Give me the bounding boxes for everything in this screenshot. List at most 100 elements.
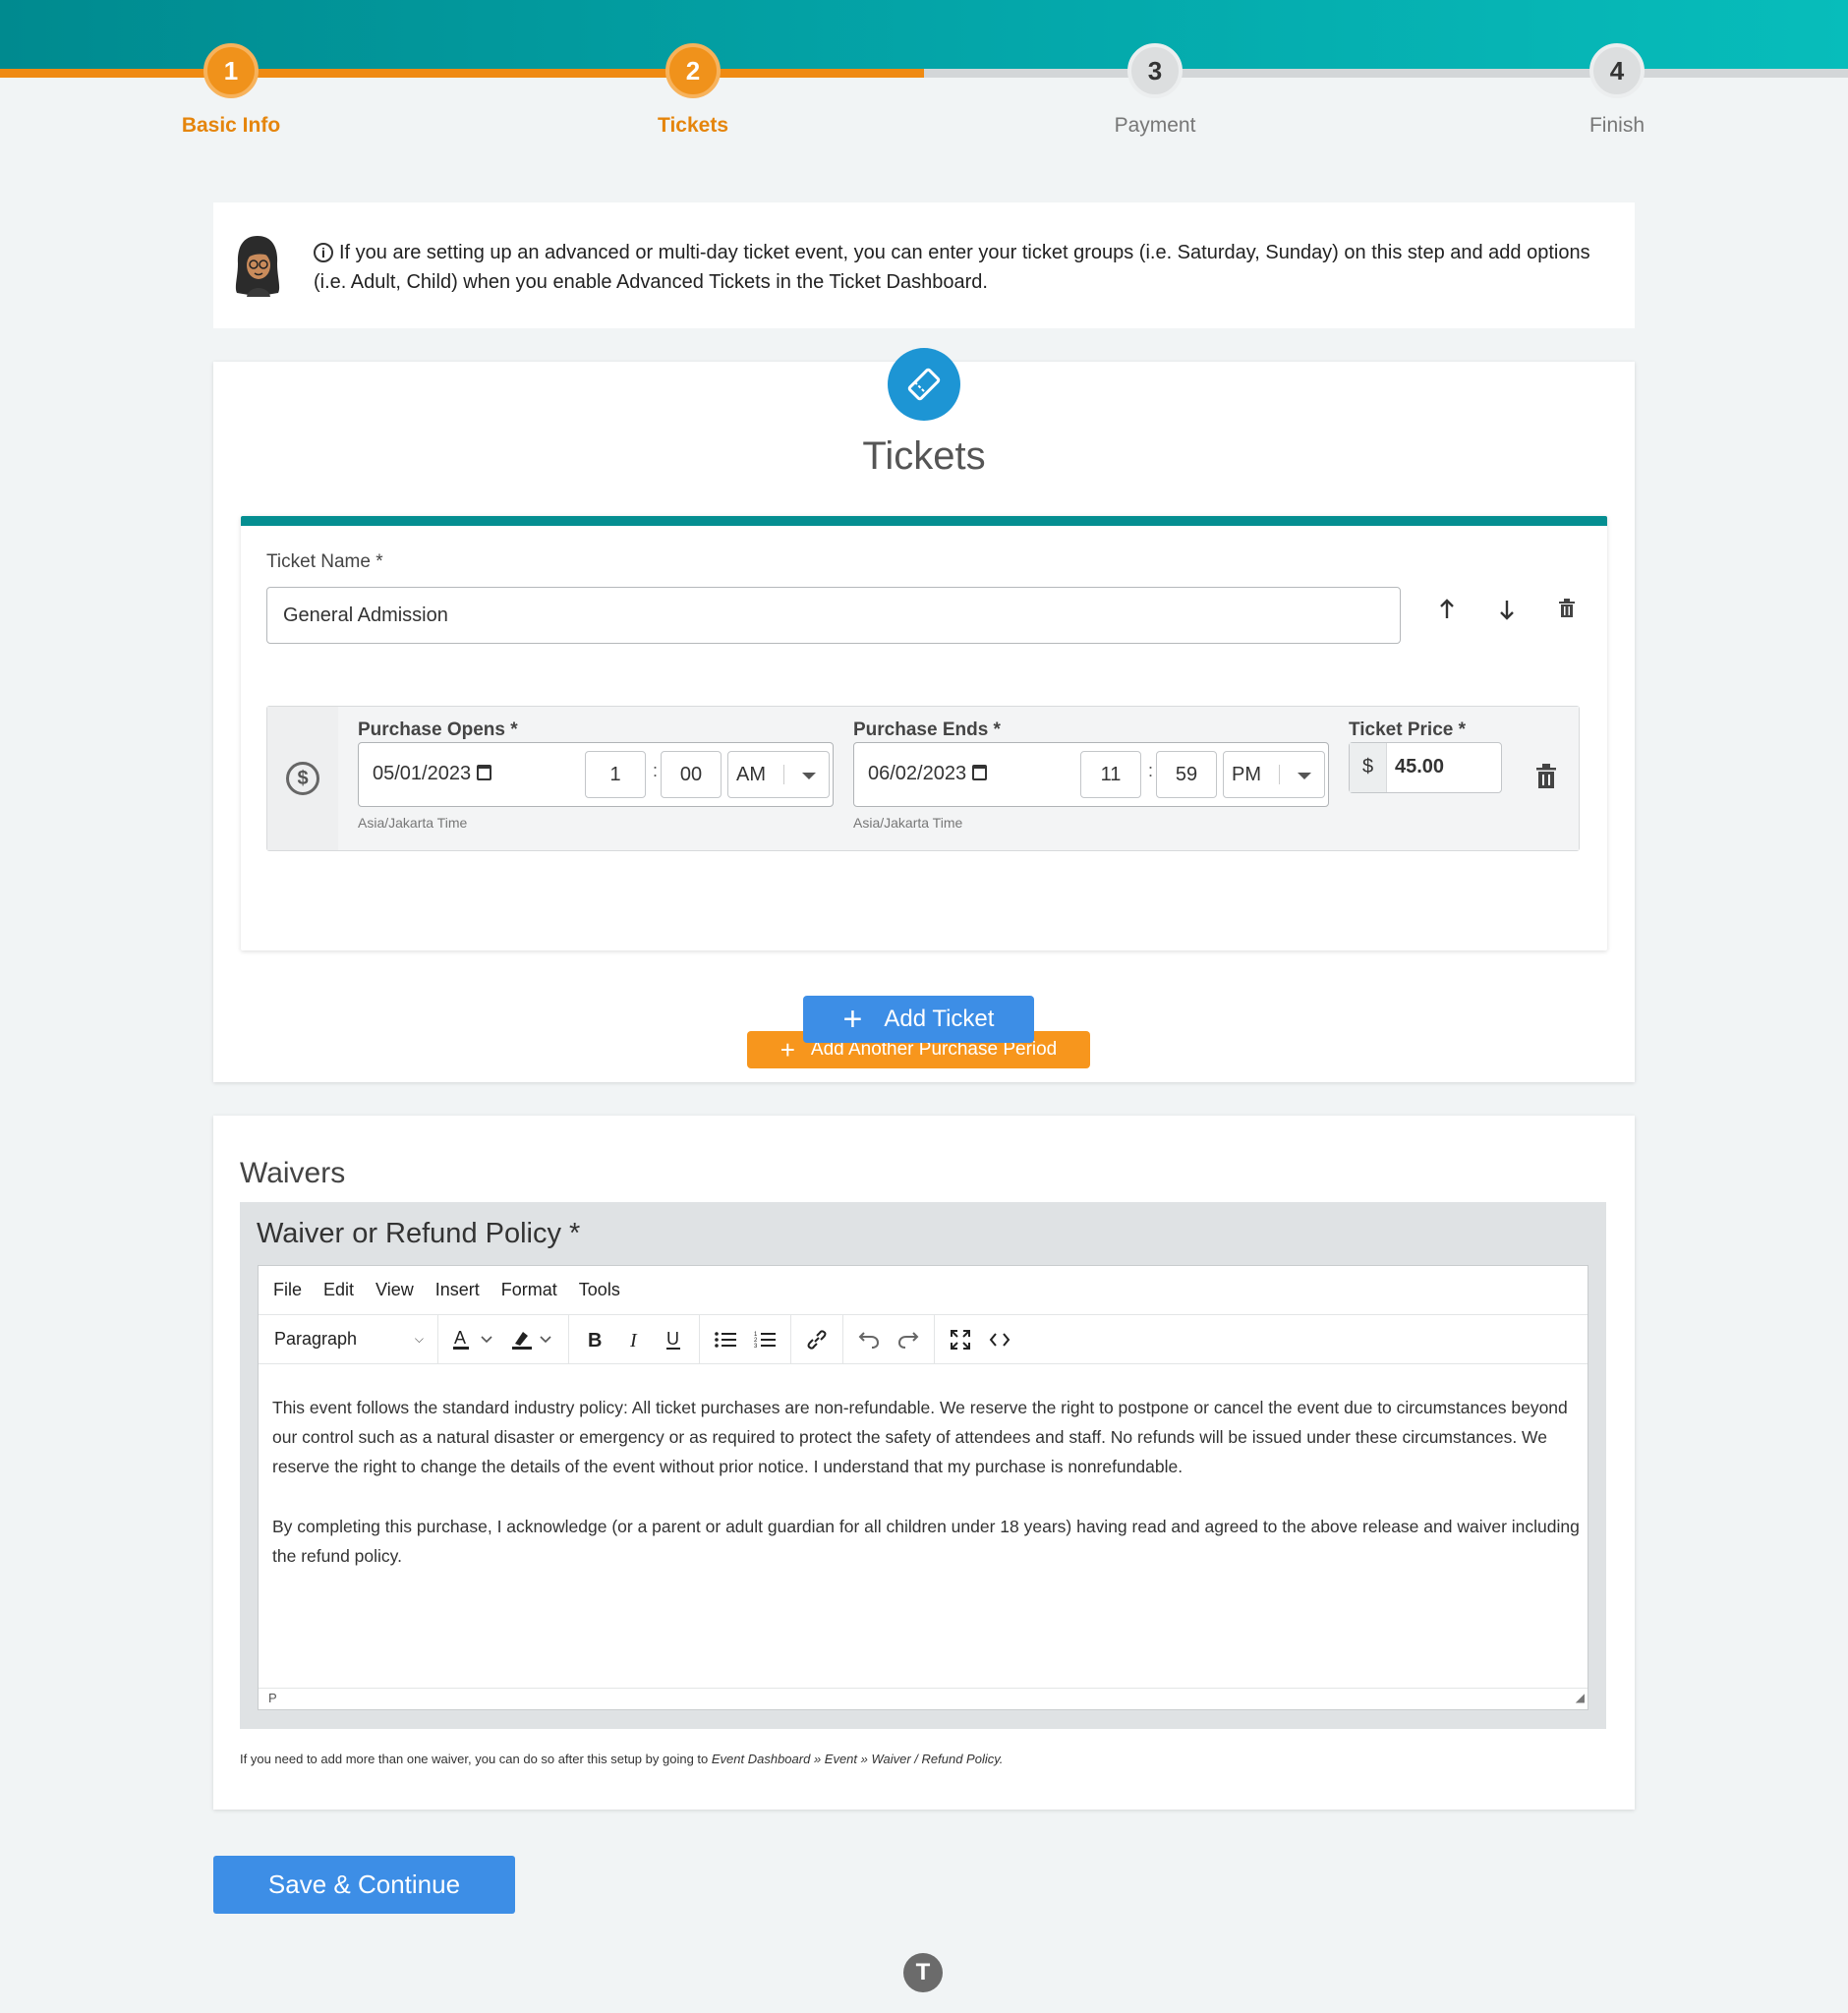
opens-date-input[interactable]: 05/01/2023: [373, 763, 492, 785]
step-label: Payment: [1114, 114, 1196, 137]
menu-tools[interactable]: Tools: [579, 1280, 620, 1300]
waiver-note-text: If you need to add more than one waiver,…: [240, 1752, 712, 1766]
step-payment: 3 Payment: [1057, 43, 1253, 138]
italic-icon[interactable]: I: [614, 1322, 654, 1357]
menu-edit[interactable]: Edit: [323, 1280, 354, 1300]
ends-minute-input[interactable]: 59: [1156, 751, 1217, 798]
source-code-icon[interactable]: [980, 1322, 1019, 1357]
format-group: B I U: [569, 1315, 700, 1363]
editor-statusbar: P ◢: [259, 1688, 1588, 1709]
assistant-avatar-icon: [235, 236, 280, 297]
ends-date-value: 06/02/2023: [868, 763, 967, 784]
menu-file[interactable]: File: [273, 1280, 302, 1300]
block-format-value: Paragraph: [274, 1329, 358, 1349]
block-format-select[interactable]: Paragraph ⌵: [264, 1329, 432, 1350]
ticket-item: Ticket Name * $ Purchase Opens * 05/01/2…: [241, 516, 1607, 1068]
info-icon: i: [314, 243, 333, 262]
editor-toolbar: Paragraph ⌵ A B I U 123: [259, 1315, 1588, 1364]
purchase-ends-label: Purchase Ends *: [853, 719, 1001, 740]
dollar-icon: $: [286, 762, 319, 795]
resize-handle-icon[interactable]: ◢: [1576, 1688, 1585, 1707]
purchase-opens-label: Purchase Opens *: [358, 719, 518, 740]
fullscreen-icon[interactable]: [941, 1322, 980, 1357]
section-title: Tickets: [862, 434, 986, 478]
opens-date-value: 05/01/2023: [373, 763, 472, 784]
tickets-card: Tickets Ticket Name * $ Purchase Opens *…: [213, 348, 1635, 1082]
calendar-icon[interactable]: [972, 765, 988, 780]
info-banner-text: i If you are setting up an advanced or mu…: [314, 238, 1591, 297]
time-separator: :: [653, 761, 659, 780]
move-up-icon[interactable]: [1432, 599, 1462, 626]
bold-icon[interactable]: B: [575, 1322, 614, 1357]
chevron-down-icon[interactable]: [802, 773, 816, 779]
undo-icon[interactable]: [849, 1322, 889, 1357]
step-number: 1: [203, 43, 259, 98]
block-format-group: Paragraph ⌵: [259, 1315, 438, 1363]
time-separator: :: [1148, 761, 1154, 780]
chevron-down-icon[interactable]: [1298, 773, 1311, 779]
rich-text-editor: File Edit View Insert Format Tools Parag…: [258, 1265, 1588, 1710]
step-number: 2: [665, 43, 721, 98]
info-banner: i If you are setting up an advanced or mu…: [213, 202, 1635, 328]
ticket-name-input[interactable]: [266, 587, 1401, 644]
add-ticket-button[interactable]: + Add Ticket: [803, 996, 1034, 1043]
menu-insert[interactable]: Insert: [435, 1280, 480, 1300]
bullet-list-icon[interactable]: [706, 1322, 745, 1357]
waivers-title: Waivers: [240, 1157, 346, 1189]
footer-logo: T: [903, 1953, 943, 1992]
delete-period-icon[interactable]: [1531, 764, 1561, 795]
opens-minute-input[interactable]: 00: [661, 751, 722, 798]
step-label: Finish: [1588, 114, 1646, 137]
select-separator: [783, 765, 784, 784]
waiver-note-path: Event Dashboard » Event » Waiver / Refun…: [711, 1752, 1004, 1766]
element-path[interactable]: P: [268, 1691, 277, 1705]
purchase-ends-datetime: 06/02/2023 11 : 59 PM: [853, 742, 1329, 807]
ticket-price-value: 45.00: [1395, 756, 1445, 777]
svg-text:B: B: [588, 1330, 602, 1350]
ends-timezone: Asia/Jakarta Time: [853, 815, 963, 831]
highlight-color-button[interactable]: [503, 1322, 562, 1357]
save-continue-button[interactable]: Save & Continue: [213, 1856, 515, 1914]
menu-format[interactable]: Format: [501, 1280, 557, 1300]
purchase-opens-datetime: 05/01/2023 1 : 00 AM: [358, 742, 834, 807]
calendar-icon[interactable]: [477, 765, 492, 780]
history-group: [843, 1315, 935, 1363]
link-group: [791, 1315, 843, 1363]
link-icon[interactable]: [797, 1322, 837, 1357]
ends-hour-input[interactable]: 11: [1080, 751, 1141, 798]
step-basic-info[interactable]: 1 Basic Info: [133, 43, 329, 138]
banner-message: If you are setting up an advanced or mul…: [314, 242, 1590, 293]
waiver-note: If you need to add more than one waiver,…: [240, 1752, 1003, 1766]
add-ticket-label: Add Ticket: [884, 1006, 995, 1032]
purchase-period: $ Purchase Opens * 05/01/2023 1 : 00 AM …: [266, 706, 1580, 851]
opens-hour-input[interactable]: 1: [585, 751, 646, 798]
svg-text:3: 3: [754, 1344, 758, 1350]
svg-text:A: A: [454, 1328, 466, 1348]
menu-view[interactable]: View: [375, 1280, 414, 1300]
step-number: 4: [1589, 43, 1645, 98]
svg-text:U: U: [666, 1329, 679, 1349]
view-group: [935, 1315, 1025, 1363]
delete-ticket-icon[interactable]: [1552, 599, 1582, 624]
waiver-paragraph: This event follows the standard industry…: [272, 1398, 1568, 1476]
step-tickets[interactable]: 2 Tickets: [595, 43, 791, 138]
ticket-price-input[interactable]: $ 45.00: [1349, 742, 1502, 793]
ticket-icon: [888, 348, 960, 421]
step-label: Tickets: [658, 114, 728, 137]
text-color-button[interactable]: A: [444, 1322, 503, 1357]
period-fields: Purchase Opens * 05/01/2023 1 : 00 AM As…: [338, 707, 1579, 850]
plus-icon: +: [780, 1035, 795, 1064]
numbered-list-icon[interactable]: 123: [745, 1322, 784, 1357]
plus-icon: +: [842, 1001, 863, 1038]
ends-date-input[interactable]: 06/02/2023: [868, 763, 988, 785]
underline-icon[interactable]: U: [654, 1322, 693, 1357]
move-down-icon[interactable]: [1492, 599, 1522, 626]
list-group: 123: [700, 1315, 791, 1363]
step-label: Basic Info: [181, 114, 281, 137]
editor-content[interactable]: This event follows the standard industry…: [272, 1393, 1580, 1601]
step-number: 3: [1127, 43, 1183, 98]
waiver-paragraph: By completing this purchase, I acknowled…: [272, 1517, 1580, 1566]
redo-icon[interactable]: [889, 1322, 928, 1357]
ticket-name-label: Ticket Name *: [266, 551, 383, 572]
ends-ampm-value: PM: [1232, 764, 1261, 785]
